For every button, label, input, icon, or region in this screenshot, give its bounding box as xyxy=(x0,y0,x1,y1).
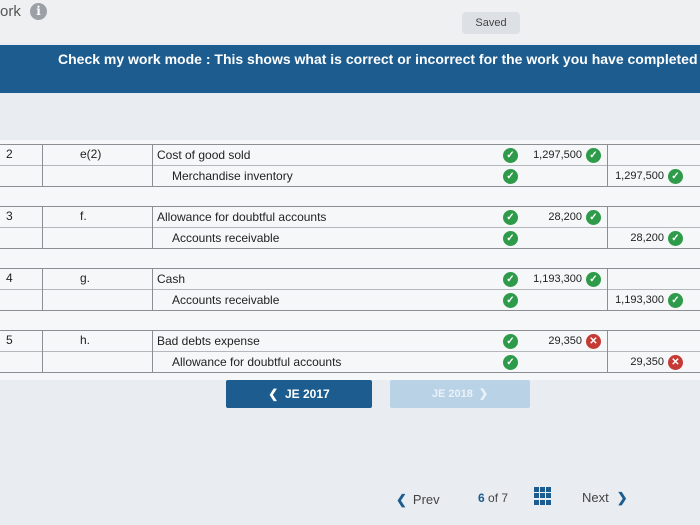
check-my-work-banner: Check my work mode : This shows what is … xyxy=(0,45,700,93)
check-icon: ✓ xyxy=(668,231,683,246)
event-label: g. xyxy=(80,271,91,285)
saved-status: Saved xyxy=(462,12,520,34)
credit-account: Accounts receivable xyxy=(172,231,280,245)
banner-prefix: Check my work mode : xyxy=(58,51,211,67)
next-page-button[interactable]: Next ❯ xyxy=(582,490,628,506)
credit-account: Accounts receivable xyxy=(172,293,280,307)
event-label: e(2) xyxy=(80,147,102,161)
credit-amount: 1,297,500 xyxy=(615,170,664,182)
page-counter: 6 of 7 xyxy=(478,491,509,505)
debit-amount: 28,200 xyxy=(548,211,582,223)
credit-account: Allowance for doubtful accounts xyxy=(172,355,342,369)
credit-amount: 1,193,300 xyxy=(615,294,664,306)
table-row: 5 h. Bad debts expense Allowance for doubtf… xyxy=(0,330,700,374)
check-icon: ✓ xyxy=(503,293,518,308)
check-icon: ✓ xyxy=(503,272,518,287)
check-icon: ✓ xyxy=(503,169,518,184)
check-icon: ✓ xyxy=(503,210,518,225)
credit-amount: 28,200 xyxy=(630,232,664,244)
credit-account: Merchandise inventory xyxy=(172,169,293,183)
debit-account: Cost of good sold xyxy=(157,148,251,162)
prev-je-label: JE 2017 xyxy=(285,387,330,401)
debit-amount: 1,193,300 xyxy=(533,273,582,285)
debit-account: Bad debts expense xyxy=(157,334,260,348)
credit-amount: 29,350 xyxy=(630,356,664,368)
journal-entry-table: 2 e(2) Cost of good sold Merchandise invent… xyxy=(0,140,700,380)
next-label: Next xyxy=(582,490,609,505)
row-number: 5 xyxy=(6,333,13,347)
prev-je-button[interactable]: ❮ JE 2017 xyxy=(226,380,372,408)
table-row: 4 g. Cash Accounts receivable ✓ ✓ 1,193,300 ✓ 1,… xyxy=(0,268,700,312)
check-icon: ✓ xyxy=(668,169,683,184)
debit-amount: 1,297,500 xyxy=(533,149,582,161)
chevron-right-icon: ❯ xyxy=(616,490,628,505)
table-row: 2 e(2) Cost of good sold Merchandise invent… xyxy=(0,144,700,188)
check-icon: ✓ xyxy=(586,210,601,225)
check-icon: ✓ xyxy=(503,355,518,370)
check-icon: ✓ xyxy=(668,293,683,308)
row-number: 2 xyxy=(6,147,13,161)
grid-icon[interactable] xyxy=(534,487,552,505)
check-icon: ✓ xyxy=(503,231,518,246)
top-bar: ork i Saved xyxy=(0,0,700,42)
event-label: f. xyxy=(80,209,87,223)
brand-text: ork xyxy=(0,3,21,20)
next-je-label: JE 2018 xyxy=(431,388,473,400)
row-number: 3 xyxy=(6,209,13,223)
prev-page-button[interactable]: ❮ Prev xyxy=(396,492,440,508)
event-label: h. xyxy=(80,333,91,347)
debit-amount: 29,350 xyxy=(548,335,582,347)
table-row: 3 f. Allowance for doubtful accounts Accoun… xyxy=(0,206,700,250)
check-icon: ✓ xyxy=(503,334,518,349)
prev-label: Prev xyxy=(412,492,440,507)
check-icon: ✓ xyxy=(586,272,601,287)
x-icon: ✕ xyxy=(668,355,683,370)
check-icon: ✓ xyxy=(586,148,601,163)
banner-message: This shows what is correct or incorrect … xyxy=(214,51,700,67)
x-icon: ✕ xyxy=(586,334,601,349)
next-je-button[interactable]: JE 2018 ❯ xyxy=(390,380,530,408)
chevron-left-icon: ❮ xyxy=(396,492,407,507)
info-icon[interactable]: i xyxy=(30,3,47,20)
debit-account: Allowance for doubtful accounts xyxy=(157,210,327,224)
check-icon: ✓ xyxy=(503,148,518,163)
row-number: 4 xyxy=(6,271,13,285)
debit-account: Cash xyxy=(157,272,186,286)
